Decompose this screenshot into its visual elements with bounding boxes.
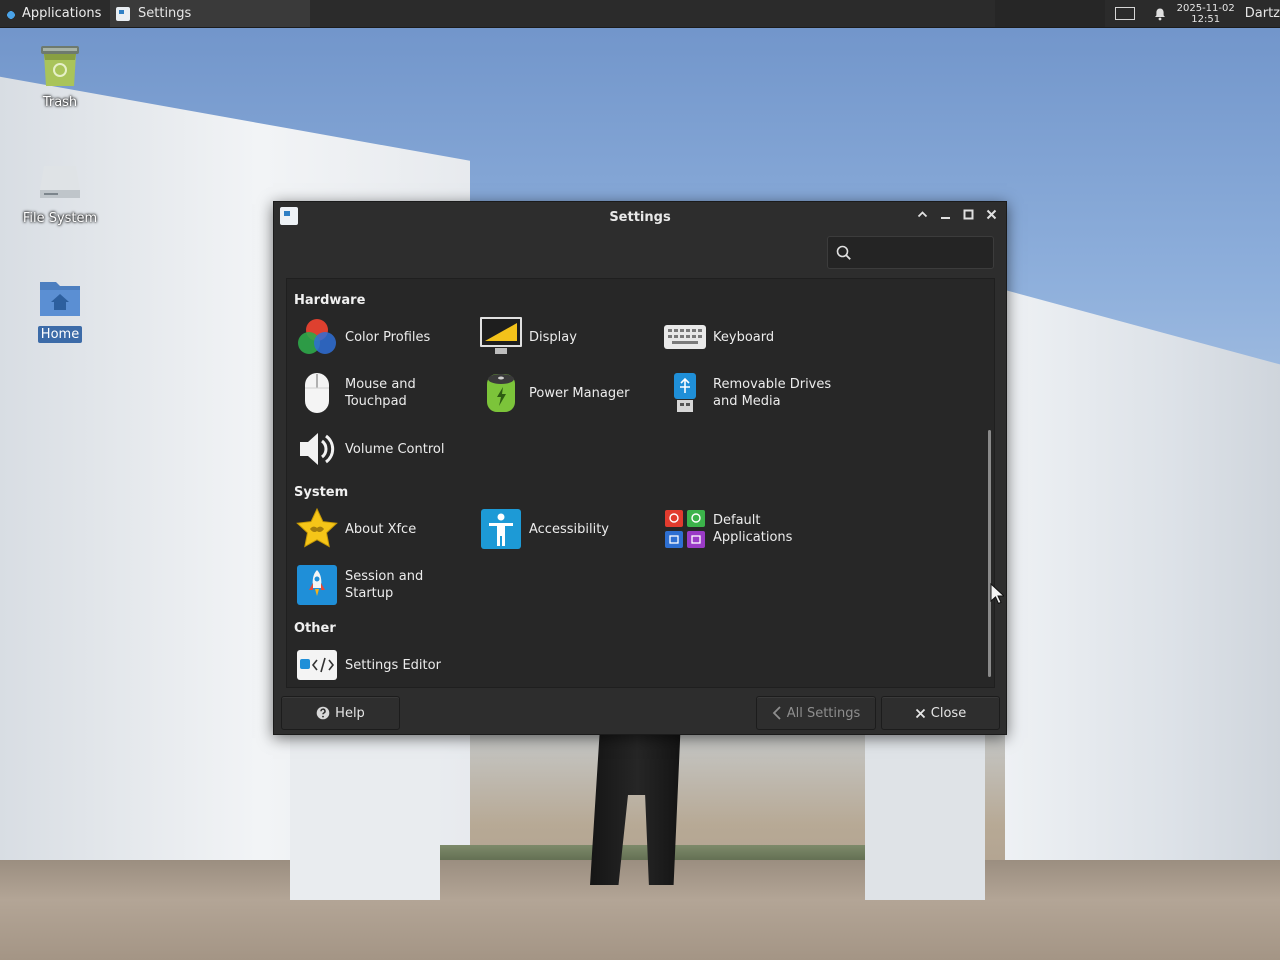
settings-app-icon bbox=[116, 6, 130, 21]
xfce-logo-icon bbox=[4, 7, 18, 21]
settings-item-label: Power Manager bbox=[529, 385, 630, 401]
wallpaper-pillar-right bbox=[865, 720, 985, 900]
help-button[interactable]: Help bbox=[281, 696, 400, 730]
settings-content: Hardware Color Profiles Display Keyboard… bbox=[286, 278, 995, 688]
settings-item-label: Volume Control bbox=[345, 441, 445, 457]
desktop-icon-home[interactable]: Home bbox=[10, 274, 110, 343]
close-icon bbox=[915, 708, 925, 718]
settings-item-display[interactable]: Display bbox=[479, 315, 659, 359]
help-button-label: Help bbox=[335, 705, 365, 721]
system-tray: 2025-11-02 12:51 Dartz bbox=[994, 0, 1280, 27]
top-panel: Applications ⋮ Settings 2025-11-02 12:51… bbox=[0, 0, 1280, 28]
settings-item-label: Keyboard bbox=[713, 329, 775, 345]
window-titlebar[interactable]: Settings bbox=[274, 202, 1006, 232]
desktop-icon-trash[interactable]: Trash bbox=[10, 42, 110, 111]
search-field[interactable] bbox=[827, 236, 994, 269]
settings-item-label: Mouse and Touchpad bbox=[345, 377, 416, 409]
usb-drive-icon bbox=[674, 373, 696, 412]
drive-icon bbox=[40, 166, 80, 198]
section-title-other: Other bbox=[294, 621, 336, 636]
workspace-switcher[interactable] bbox=[994, 0, 1105, 27]
search-input[interactable] bbox=[858, 244, 982, 261]
rocket-icon bbox=[297, 565, 337, 605]
window-toolbar bbox=[274, 232, 1006, 278]
applications-menu-label: Applications bbox=[22, 6, 102, 21]
content-scrollbar[interactable] bbox=[988, 430, 991, 677]
accessibility-icon bbox=[481, 509, 521, 549]
section-title-hardware: Hardware bbox=[294, 293, 366, 308]
chevron-left-icon bbox=[772, 706, 781, 720]
trash-icon bbox=[41, 46, 79, 86]
settings-app-icon bbox=[280, 207, 298, 225]
settings-item-label: Removable Drives and Media bbox=[713, 377, 832, 409]
keyboard-icon bbox=[664, 325, 706, 349]
battery-icon bbox=[487, 374, 515, 412]
settings-item-label: About Xfce bbox=[345, 521, 417, 537]
clock[interactable]: 2025-11-02 12:51 bbox=[1177, 3, 1235, 25]
desktop-icon-label: File System bbox=[22, 211, 98, 226]
settings-item-label: Display bbox=[529, 329, 577, 345]
settings-item-session-startup[interactable]: Session and Startup bbox=[295, 563, 475, 607]
settings-item-label: Default Applications bbox=[713, 513, 793, 545]
wallpaper-pillar-left bbox=[290, 730, 440, 900]
wallpaper-right-wall bbox=[1005, 290, 1280, 910]
settings-item-label: Accessibility bbox=[529, 521, 609, 537]
settings-item-default-applications[interactable]: Default Applications bbox=[663, 507, 843, 551]
section-title-system: System bbox=[294, 485, 349, 500]
search-icon bbox=[836, 245, 851, 260]
close-button-label: Close bbox=[930, 705, 967, 721]
window-controls bbox=[916, 208, 998, 221]
color-profiles-icon bbox=[298, 319, 336, 354]
minimize-button-icon[interactable] bbox=[939, 208, 952, 221]
settings-item-power-manager[interactable]: Power Manager bbox=[479, 371, 659, 415]
desktop-icon-label: Trash bbox=[42, 95, 78, 110]
applications-menu-button[interactable]: Applications ⋮ bbox=[0, 0, 120, 27]
wallpaper-ground bbox=[0, 860, 1280, 960]
speaker-icon bbox=[300, 433, 335, 465]
display-icon[interactable] bbox=[1114, 7, 1135, 20]
code-icon bbox=[297, 650, 337, 680]
settings-item-removable-drives[interactable]: Removable Drives and Media bbox=[663, 371, 843, 415]
notification-bell-icon[interactable] bbox=[1153, 7, 1167, 21]
star-icon bbox=[296, 507, 338, 548]
clock-time: 12:51 bbox=[1191, 13, 1221, 25]
home-folder-icon bbox=[40, 282, 80, 316]
shade-button-icon[interactable] bbox=[916, 208, 929, 221]
taskbar-button-settings[interactable]: Settings bbox=[110, 0, 310, 27]
mouse-icon bbox=[305, 373, 329, 413]
mouse-pointer-icon bbox=[990, 583, 1004, 605]
close-window-button-icon[interactable] bbox=[985, 208, 998, 221]
desktop-icon-file-system[interactable]: File System bbox=[10, 158, 110, 227]
settings-item-label: Session and Startup bbox=[345, 569, 424, 601]
settings-item-color-profiles[interactable]: Color Profiles bbox=[295, 315, 475, 359]
all-settings-button-label: All Settings bbox=[786, 705, 861, 721]
taskbar-button-label: Settings bbox=[138, 6, 192, 21]
user-menu[interactable]: Dartz bbox=[1245, 6, 1280, 21]
help-icon bbox=[316, 706, 330, 720]
display-icon bbox=[480, 317, 522, 354]
window-footer: Help All Settings Close bbox=[274, 688, 1006, 734]
settings-item-volume-control[interactable]: Volume Control bbox=[295, 427, 475, 471]
window-title: Settings bbox=[609, 209, 671, 225]
desktop-icon-label: Home bbox=[37, 326, 83, 343]
settings-item-mouse-touchpad[interactable]: Mouse and Touchpad bbox=[295, 371, 475, 415]
settings-item-settings-editor[interactable]: Settings Editor bbox=[295, 643, 475, 687]
clock-date: 2025-11-02 bbox=[1176, 2, 1235, 14]
settings-item-keyboard[interactable]: Keyboard bbox=[663, 315, 843, 359]
close-button[interactable]: Close bbox=[881, 696, 1000, 730]
settings-window: Settings Hardware Color Profiles Display… bbox=[273, 201, 1007, 735]
maximize-button-icon[interactable] bbox=[962, 208, 975, 221]
all-settings-button[interactable]: All Settings bbox=[756, 696, 876, 730]
settings-item-accessibility[interactable]: Accessibility bbox=[479, 507, 659, 551]
default-apps-icon bbox=[665, 510, 705, 548]
settings-item-about-xfce[interactable]: About Xfce bbox=[295, 507, 475, 551]
settings-item-label: Settings Editor bbox=[345, 657, 441, 673]
settings-item-label: Color Profiles bbox=[345, 329, 431, 345]
